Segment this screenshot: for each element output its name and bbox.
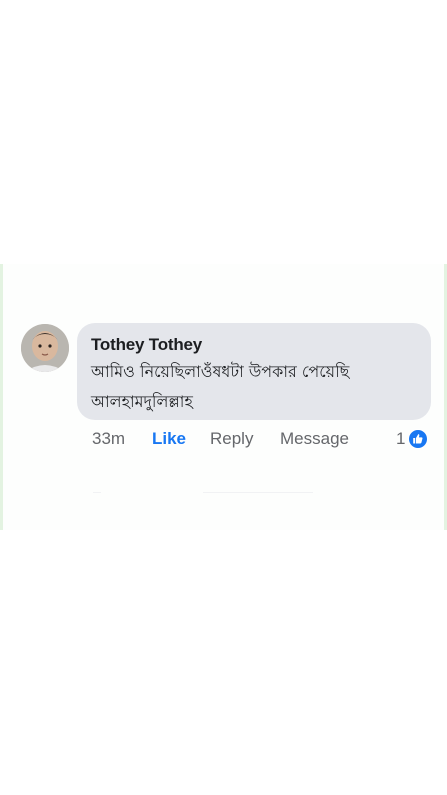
comment-actions: 33m Like Reply Message 1	[92, 429, 432, 449]
page: Tothey Tothey আমিও নিয়েছিলাওঁষধটা উপকার…	[0, 0, 447, 795]
comment-bubble[interactable]: Tothey Tothey আমিও নিয়েছিলাওঁষধটা উপকার…	[77, 323, 431, 420]
reply-button[interactable]: Reply	[210, 429, 253, 449]
divider	[203, 492, 313, 493]
thumbs-up-icon	[408, 429, 428, 449]
message-button[interactable]: Message	[280, 429, 349, 449]
reaction-count: 1	[396, 429, 406, 448]
like-button[interactable]: Like	[152, 429, 186, 449]
avatar-image	[21, 324, 69, 372]
comment-text: আমিও নিয়েছিলাওঁষধটা উপকার পেয়েছি আলহাম…	[91, 362, 350, 411]
comment-timestamp[interactable]: 33m	[92, 429, 125, 449]
avatar[interactable]	[21, 324, 69, 372]
divider	[93, 492, 101, 493]
comment-panel: Tothey Tothey আমিও নিয়েছিলাওঁষধটা উপকার…	[0, 264, 447, 530]
comment-author[interactable]: Tothey Tothey	[91, 335, 417, 355]
